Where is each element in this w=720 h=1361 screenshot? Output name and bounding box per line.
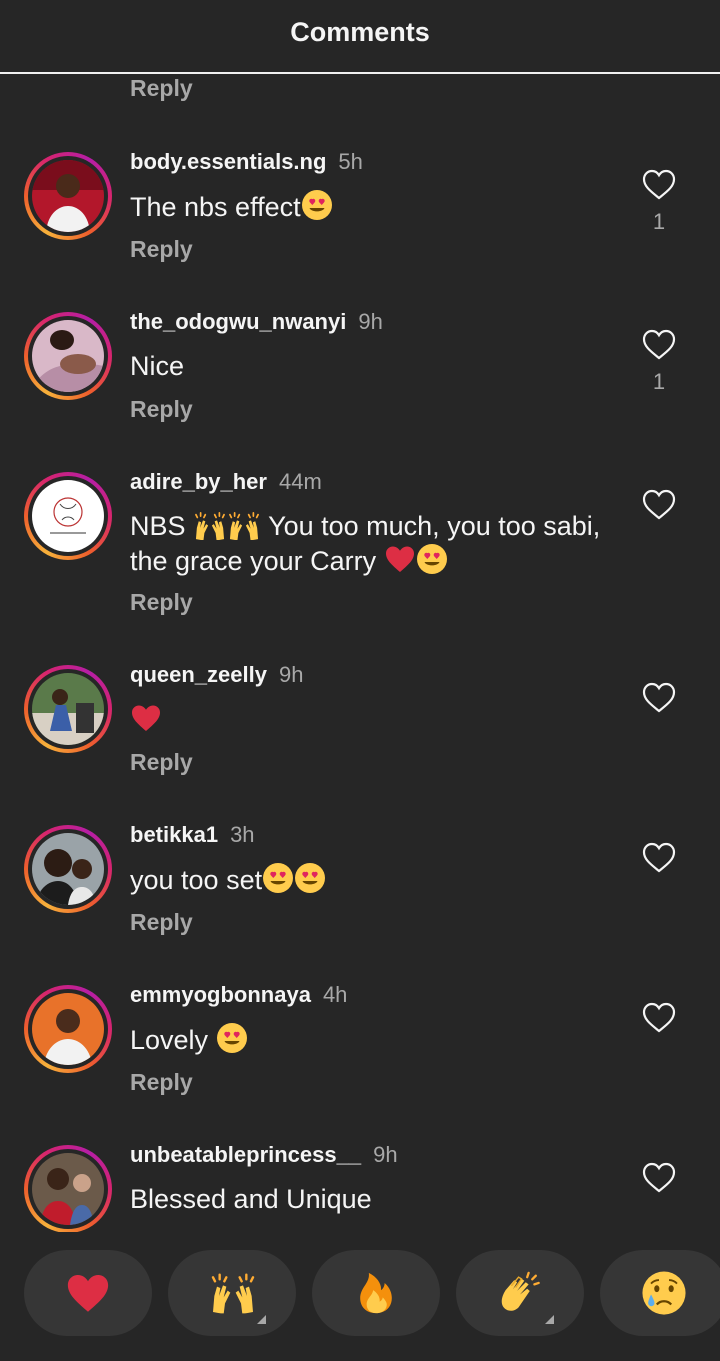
comment-username[interactable]: the_odogwu_nwanyi	[130, 309, 346, 334]
reaction-fire-button[interactable]	[312, 1250, 440, 1336]
comment-text: Lovely	[130, 1022, 620, 1057]
avatar[interactable]	[24, 312, 112, 400]
comment-username[interactable]: adire_by_her	[130, 469, 267, 494]
raising-hands-emoji	[209, 1270, 257, 1314]
avatar-image	[32, 993, 104, 1065]
comment-text: you too set	[130, 862, 620, 897]
comment-timestamp: 5h	[338, 149, 363, 174]
comment-text: Blessed and Unique	[130, 1184, 372, 1214]
like-heart-icon[interactable]	[641, 680, 677, 714]
avatar-image	[32, 320, 104, 392]
raising-hands-emoji	[193, 510, 227, 540]
like-count: 1	[652, 369, 666, 394]
variants-indicator	[545, 1315, 554, 1324]
heart-eyes-emoji	[294, 862, 326, 894]
like-heart-icon[interactable]	[641, 1160, 677, 1194]
page-title: Comments	[290, 17, 430, 47]
red-heart-emoji	[384, 543, 416, 575]
avatar-image	[32, 833, 104, 905]
like-heart-icon[interactable]	[641, 840, 677, 874]
like-heart-icon[interactable]	[641, 1000, 677, 1034]
avatar-image	[32, 673, 104, 745]
reply-button[interactable]: Reply	[130, 909, 193, 936]
comments-header: Comments	[0, 0, 720, 74]
avatar-image	[32, 160, 104, 232]
crying-face-emoji	[642, 1271, 686, 1315]
reaction-raising-hands-button[interactable]	[168, 1250, 296, 1336]
comment-timestamp: 3h	[230, 822, 255, 847]
avatar[interactable]	[24, 1145, 112, 1232]
reaction-clapping-button[interactable]	[456, 1250, 584, 1336]
like-heart-icon[interactable]	[641, 487, 677, 521]
avatar-image	[32, 480, 104, 552]
red-heart-emoji	[65, 1270, 111, 1316]
reply-button[interactable]: Reply	[130, 589, 193, 616]
comment-text: The nbs effect	[130, 189, 620, 224]
avatar[interactable]	[24, 665, 112, 753]
comment-timestamp: 9h	[373, 1142, 398, 1167]
reply-button[interactable]: Reply	[130, 1069, 193, 1096]
reaction-crying-button[interactable]	[600, 1250, 720, 1336]
like-heart-icon[interactable]	[641, 167, 677, 201]
comment-username[interactable]: unbeatableprincess__	[130, 1142, 361, 1167]
comments-list[interactable]: Reply body.essentials.ng 5h The nbs effec…	[0, 0, 720, 1232]
comment-timestamp: 44m	[278, 469, 322, 494]
comment-timestamp: 9h	[278, 662, 304, 687]
reply-button[interactable]: Reply	[130, 749, 193, 776]
heart-eyes-emoji	[262, 862, 294, 894]
clapping-hands-emoji	[501, 1271, 540, 1311]
comment-text: Nice	[130, 351, 185, 381]
comment-timestamp: 9h	[358, 309, 383, 334]
comment-text	[130, 702, 620, 737]
comment-username[interactable]: betikka1	[130, 822, 218, 847]
avatar[interactable]	[24, 152, 112, 240]
comment-username[interactable]: emmyogbonnaya	[130, 982, 311, 1007]
heart-eyes-emoji	[301, 189, 333, 221]
comment-text: NBS You too much, you too sabi, the grac…	[130, 510, 601, 576]
variants-indicator	[257, 1315, 266, 1324]
heart-eyes-emoji	[216, 1022, 248, 1054]
avatar[interactable]	[24, 472, 112, 560]
reply-button[interactable]: Reply	[130, 75, 193, 102]
avatar[interactable]	[24, 825, 112, 913]
like-count: 1	[652, 209, 666, 234]
fire-emoji	[360, 1272, 392, 1314]
like-heart-icon[interactable]	[641, 327, 677, 361]
reaction-heart-button[interactable]	[24, 1250, 152, 1336]
red-heart-emoji	[130, 702, 162, 734]
quick-reactions-bar	[0, 1232, 720, 1361]
comment-username[interactable]: queen_zeelly	[130, 662, 267, 687]
reply-button[interactable]: Reply	[130, 396, 193, 423]
raising-hands-emoji	[227, 510, 261, 540]
comment-timestamp: 4h	[322, 982, 348, 1007]
reply-button[interactable]: Reply	[130, 236, 193, 263]
avatar-image	[32, 1153, 104, 1225]
comment-username[interactable]: body.essentials.ng	[130, 149, 326, 174]
avatar[interactable]	[24, 985, 112, 1073]
heart-eyes-emoji	[416, 543, 448, 575]
